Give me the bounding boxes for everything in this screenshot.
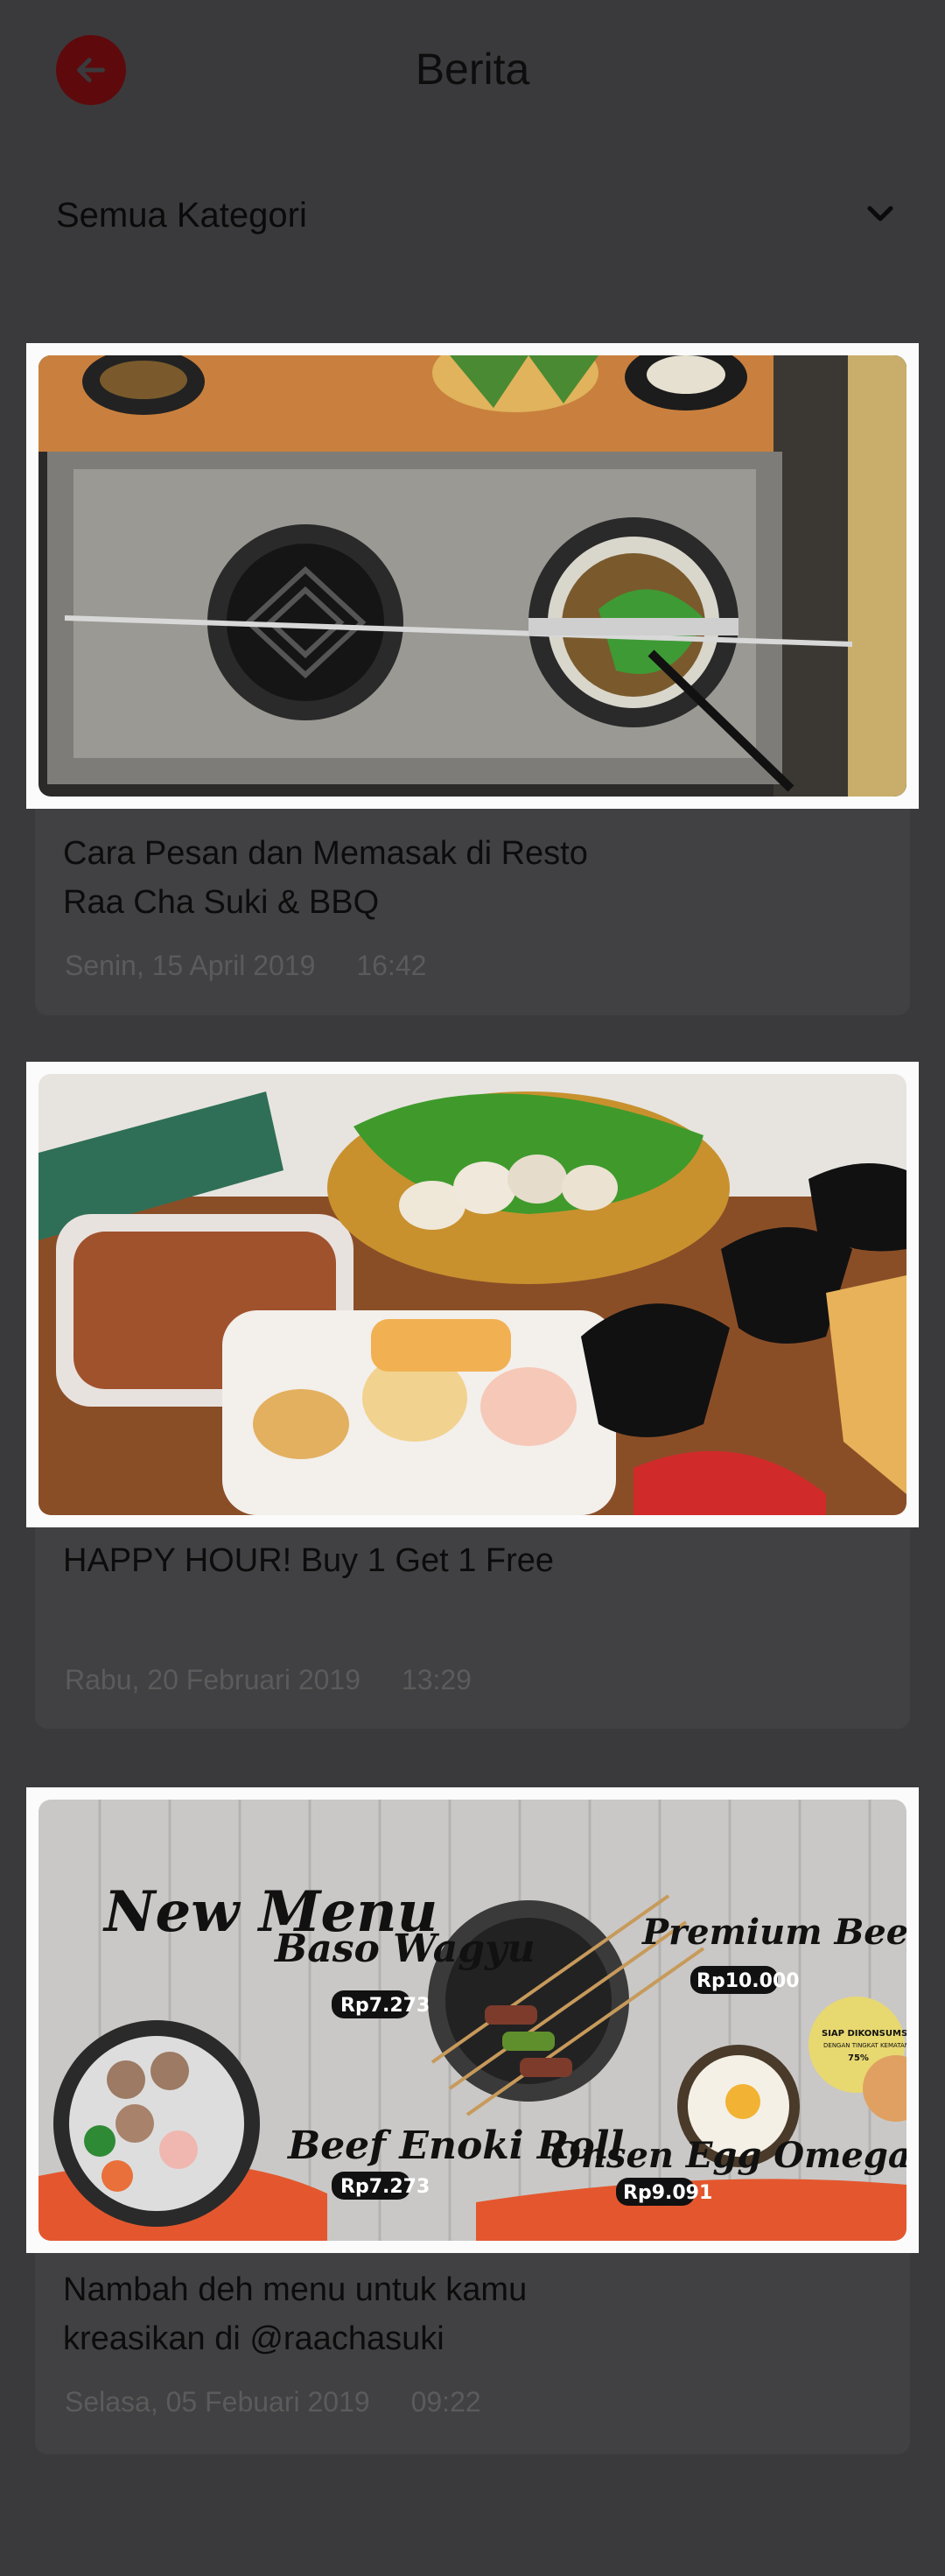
news-title[interactable]: Nambah deh menu untuk kamu kreasikan di … [63, 2265, 658, 2363]
poster-item1-name: Baso Wagyu [273, 1927, 536, 1971]
poster-item2-price: Rp7.273 [340, 2176, 430, 2198]
news-meta: Rabu, 20 Februari 2019 13:29 [65, 1664, 505, 1696]
news-card[interactable]: HAPPY HOUR! Buy 1 Get 1 Free Rabu, 20 Fe… [26, 1062, 919, 1729]
news-meta: Senin, 15 April 2019 16:42 [65, 950, 459, 982]
news-time: 16:42 [356, 950, 427, 981]
poster-item3-name: Premium Beef Satay [641, 1912, 906, 1953]
news-time: 09:22 [410, 2386, 481, 2418]
news-image[interactable]: New Menu Baso Wagyu Rp7.273 Beef Enoki R… [26, 1787, 919, 2253]
news-date: Senin, 15 April 2019 [65, 950, 316, 981]
news-title[interactable]: Cara Pesan dan Memasak di Resto Raa Cha … [63, 829, 658, 927]
category-dropdown[interactable]: Semua Kategori [56, 188, 896, 242]
chevron-down-icon[interactable] [864, 198, 896, 234]
poster-badge-line1: SIAP DIKONSUMSI [822, 2029, 906, 2039]
news-card[interactable]: Cara Pesan dan Memasak di Resto Raa Cha … [26, 343, 919, 1015]
suki-platter-image [38, 1074, 906, 1515]
news-title[interactable]: HAPPY HOUR! Buy 1 Get 1 Free [63, 1536, 658, 1585]
news-card[interactable]: New Menu Baso Wagyu Rp7.273 Beef Enoki R… [26, 1787, 919, 2454]
news-date: Rabu, 20 Februari 2019 [65, 1664, 360, 1695]
app-header: Berita [0, 0, 945, 144]
grill-table-image [38, 355, 906, 797]
news-date: Selasa, 05 Febuari 2019 [65, 2386, 370, 2418]
poster-badge-line3: 75% [848, 2053, 869, 2063]
news-image[interactable] [26, 343, 919, 809]
category-dropdown-label: Semua Kategori [56, 195, 307, 235]
poster-item4-price: Rp9.091 [623, 2182, 712, 2204]
news-meta: Selasa, 05 Febuari 2019 09:22 [65, 2386, 514, 2418]
poster-item3-price: Rp10.000 [696, 1970, 800, 1992]
new-menu-poster-image: New Menu Baso Wagyu Rp7.273 Beef Enoki R… [38, 1800, 906, 2241]
poster-badge-line2: DENGAN TINGKAT KEMATANGAN [823, 2042, 906, 2049]
news-time: 13:29 [401, 1664, 472, 1695]
poster-item1-price: Rp7.273 [340, 1995, 430, 2017]
news-image[interactable] [26, 1062, 919, 1527]
page-title: Berita [415, 45, 530, 94]
poster-item4-name: Onsen Egg Omega [550, 2135, 906, 2176]
